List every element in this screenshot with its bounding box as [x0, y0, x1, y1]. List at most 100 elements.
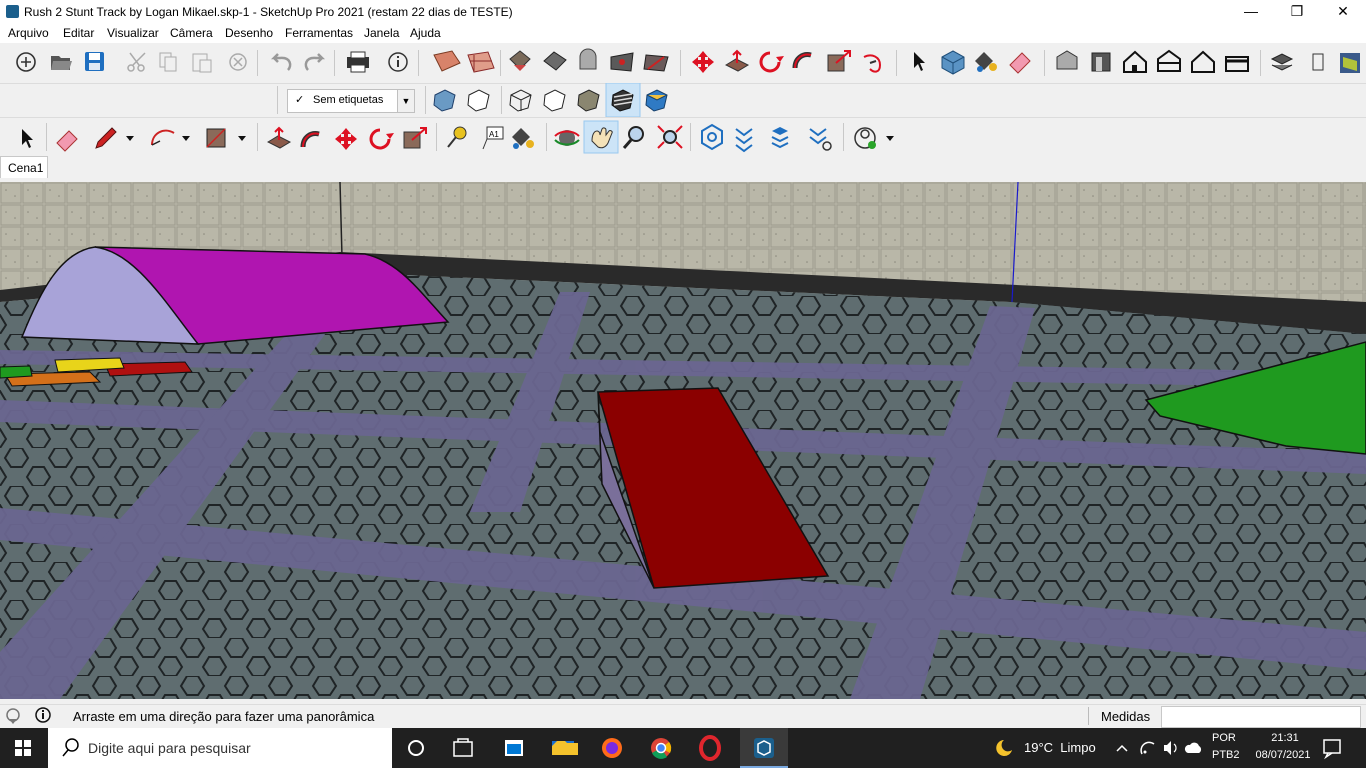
model-info-icon[interactable]	[388, 52, 408, 72]
menu-editar[interactable]: Editar	[63, 26, 94, 40]
measurements-field[interactable]	[1161, 706, 1361, 728]
warehouse-icon[interactable]	[1340, 53, 1360, 73]
close-button[interactable]: ✕	[1320, 0, 1366, 23]
move-icon[interactable]	[335, 128, 357, 150]
back-view-icon[interactable]	[1191, 50, 1215, 73]
language-bottom[interactable]: PTB2	[1212, 749, 1240, 761]
left-view-icon[interactable]	[1225, 56, 1249, 72]
paste-icon[interactable]	[192, 53, 212, 73]
front-view-icon[interactable]	[1091, 52, 1111, 72]
viewport-scene[interactable]	[0, 182, 1366, 699]
followme-icon[interactable]	[792, 52, 812, 69]
menu-camera[interactable]: Câmera	[170, 26, 213, 40]
component-icon[interactable]	[509, 50, 531, 71]
wifi-icon[interactable]	[1140, 741, 1155, 755]
make-component-icon[interactable]	[941, 50, 965, 75]
text-icon[interactable]: A1	[482, 126, 504, 150]
maximize-button[interactable]: ❐	[1274, 0, 1320, 23]
add-detail-icon[interactable]	[809, 128, 832, 151]
info-icon[interactable]	[35, 707, 51, 723]
cloud-icon[interactable]	[1184, 742, 1202, 753]
menu-janela[interactable]: Janela	[364, 26, 399, 40]
account-icon[interactable]	[854, 127, 876, 149]
pushpull-icon[interactable]	[724, 49, 750, 72]
eraser-icon[interactable]	[1009, 52, 1031, 74]
weather-text[interactable]: 19°C Limpo	[1024, 740, 1096, 755]
group-icon[interactable]	[543, 51, 567, 71]
offset-icon[interactable]	[863, 54, 882, 73]
open-icon[interactable]	[51, 56, 72, 70]
tags-dropdown[interactable]: ✓ Sem etiquetas ▼	[287, 89, 415, 113]
firefox-icon[interactable]	[602, 738, 622, 758]
solid-icon[interactable]	[579, 48, 597, 70]
followme-icon[interactable]	[300, 131, 320, 148]
extensions-icon[interactable]	[1312, 53, 1324, 71]
home-view-icon[interactable]	[1123, 50, 1147, 73]
move-icon[interactable]	[692, 51, 714, 73]
save-icon[interactable]	[85, 52, 104, 71]
orbit-icon[interactable]	[554, 130, 580, 146]
shaded-icon[interactable]	[577, 89, 600, 112]
xray-icon[interactable]	[433, 89, 456, 112]
arc-icon[interactable]	[151, 129, 175, 146]
scale-icon[interactable]	[403, 127, 427, 149]
notifications-icon[interactable]	[1323, 739, 1341, 760]
menu-visualizar[interactable]: Visualizar	[107, 26, 159, 40]
rectangle-dropdown-icon[interactable]	[238, 136, 246, 141]
back-edges-icon[interactable]	[467, 89, 490, 112]
account-dropdown-icon[interactable]	[886, 136, 894, 141]
scale-icon[interactable]	[827, 50, 851, 72]
menu-desenho[interactable]: Desenho	[225, 26, 273, 40]
hidden-line-icon[interactable]	[543, 89, 566, 112]
store-icon[interactable]	[453, 738, 473, 757]
clock-time[interactable]: 21:31	[1262, 732, 1308, 744]
menu-arquivo[interactable]: Arquivo	[8, 26, 49, 40]
file-explorer-icon[interactable]	[552, 741, 578, 755]
volume-icon[interactable]	[1164, 741, 1177, 755]
geo-location-icon[interactable]	[6, 708, 20, 724]
print-icon[interactable]	[347, 51, 369, 73]
layers-icon[interactable]	[1270, 53, 1294, 71]
paint-icon[interactable]	[433, 50, 461, 72]
pencil-dropdown-icon[interactable]	[126, 136, 134, 141]
right-view-icon[interactable]	[1157, 49, 1181, 72]
section-icon[interactable]	[467, 51, 495, 73]
solid-trim-icon[interactable]	[643, 54, 669, 72]
tape-measure-icon[interactable]	[447, 126, 467, 148]
rectangle-icon[interactable]	[206, 128, 226, 148]
wireframe-icon[interactable]	[509, 89, 532, 112]
menu-ferramentas[interactable]: Ferramentas	[285, 26, 353, 40]
solid-union-icon[interactable]	[610, 52, 634, 72]
windows-start-icon[interactable]	[15, 740, 31, 756]
chrome-icon[interactable]	[651, 738, 672, 759]
pencil-icon[interactable]	[95, 127, 117, 149]
eraser-icon[interactable]	[56, 130, 78, 152]
pushpull-icon[interactable]	[266, 126, 292, 149]
rotate-icon[interactable]	[759, 51, 784, 73]
language-top[interactable]: POR	[1212, 732, 1236, 744]
clock-date[interactable]: 08/07/2021	[1246, 749, 1320, 761]
stamp-icon[interactable]	[735, 128, 753, 153]
erase-icon[interactable]	[229, 53, 247, 71]
menu-ajuda[interactable]: Ajuda	[410, 26, 441, 40]
undo-icon[interactable]	[270, 53, 292, 71]
monochrome-icon[interactable]	[645, 89, 668, 112]
3d-viewport[interactable]	[0, 182, 1366, 699]
paint-bucket-icon[interactable]	[512, 128, 534, 149]
redo-icon[interactable]	[304, 53, 326, 71]
select-icon[interactable]	[914, 52, 925, 71]
chevron-up-icon[interactable]	[1116, 744, 1128, 752]
sketchup-icon[interactable]	[754, 738, 774, 758]
tab-cena1[interactable]: Cena1	[0, 156, 48, 178]
sandbox-icon[interactable]	[701, 123, 723, 151]
drape-icon[interactable]	[771, 127, 789, 149]
new-icon[interactable]	[16, 52, 36, 72]
task-view-icon[interactable]	[408, 740, 424, 756]
rotate-icon[interactable]	[369, 128, 394, 150]
arc-dropdown-icon[interactable]	[182, 136, 190, 141]
cut-icon[interactable]	[127, 52, 146, 72]
taskbar-search-box[interactable]: Digite aqui para pesquisar	[48, 728, 392, 768]
select-icon[interactable]	[22, 129, 33, 148]
opera-icon[interactable]	[699, 735, 721, 761]
mail-icon[interactable]	[505, 740, 523, 756]
